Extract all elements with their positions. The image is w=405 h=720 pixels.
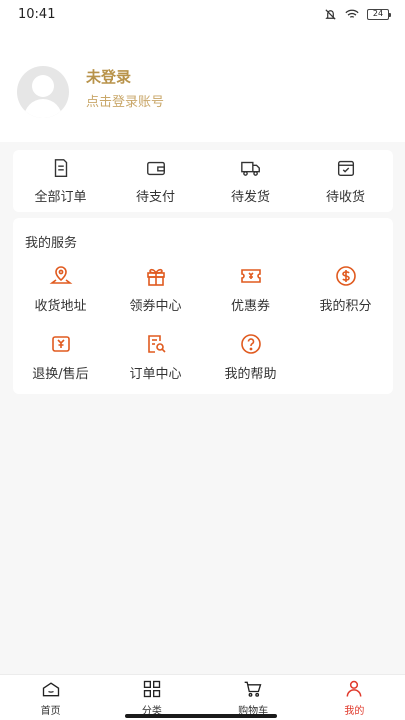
truck-icon [240, 161, 260, 176]
wifi-icon [345, 9, 359, 18]
tab-home-label: 首页 [40, 705, 61, 717]
package-check-icon [337, 160, 354, 177]
service-order-center[interactable]: 订单中心 [108, 332, 203, 382]
cart-icon [244, 681, 262, 697]
gift-icon [146, 268, 165, 286]
avatar[interactable] [17, 66, 69, 118]
order-all-label: 全部订单 [34, 190, 87, 205]
order-pending-receipt-label: 待收货 [325, 190, 365, 205]
battery-icon: 24 [367, 8, 391, 20]
profile-header[interactable]: 未登录 点击登录账号 [0, 28, 405, 142]
home-indicator [125, 714, 277, 718]
order-pending-receipt[interactable]: 待收货 [298, 150, 393, 212]
service-coupons[interactable]: 优惠券 [203, 264, 298, 314]
service-order-center-label: 订单中心 [129, 367, 182, 382]
service-help-label: 我的帮助 [224, 367, 277, 382]
location-icon [49, 266, 72, 284]
tab-profile[interactable]: 我的 [304, 675, 405, 720]
service-points[interactable]: 我的积分 [298, 264, 393, 314]
order-pending-shipment-label: 待发货 [230, 190, 270, 205]
order-search-icon [147, 335, 166, 353]
order-all[interactable]: 全部订单 [13, 150, 108, 212]
tab-profile-label: 我的 [344, 705, 365, 717]
order-pending-payment-label: 待支付 [135, 190, 175, 205]
services-grid: 收货地址 领券中心 优惠券 我的积分 退换/售后 订单中心 我的帮助 [13, 264, 393, 382]
services-card: 我的服务 收货地址 领券中心 优惠券 我的积分 退换/售后 订单中心 我的帮助 [13, 218, 393, 394]
tab-home[interactable]: 首页 [0, 675, 101, 720]
help-icon [240, 334, 261, 354]
status-time: 10:41 [18, 6, 56, 22]
category-icon [143, 680, 161, 697]
service-refund-label: 退换/售后 [32, 367, 89, 382]
services-title: 我的服务 [25, 236, 78, 251]
status-icons: 24 [324, 8, 391, 21]
login-subtitle[interactable]: 点击登录账号 [86, 91, 164, 110]
orders-card: 全部订单 待支付 待发货 待收货 [13, 150, 393, 212]
order-pending-shipment[interactable]: 待发货 [203, 150, 298, 212]
service-refund[interactable]: 退换/售后 [13, 332, 108, 382]
login-title[interactable]: 未登录 [86, 66, 131, 87]
refund-icon [51, 336, 70, 352]
status-bar: 10:41 24 [0, 0, 405, 28]
mute-icon [325, 8, 336, 20]
order-pending-payment[interactable]: 待支付 [108, 150, 203, 212]
service-points-label: 我的积分 [319, 299, 372, 314]
service-coupon-center[interactable]: 领券中心 [108, 264, 203, 314]
wallet-icon [146, 161, 165, 176]
service-address[interactable]: 收货地址 [13, 264, 108, 314]
service-coupons-label: 优惠券 [230, 299, 270, 314]
service-coupon-center-label: 领券中心 [129, 299, 182, 314]
points-icon [335, 266, 356, 286]
order-list-icon [54, 159, 67, 177]
profile-icon [346, 680, 362, 697]
home-icon [42, 681, 59, 696]
service-address-label: 收货地址 [34, 299, 87, 314]
coupon-icon [240, 269, 261, 283]
service-help[interactable]: 我的帮助 [203, 332, 298, 382]
